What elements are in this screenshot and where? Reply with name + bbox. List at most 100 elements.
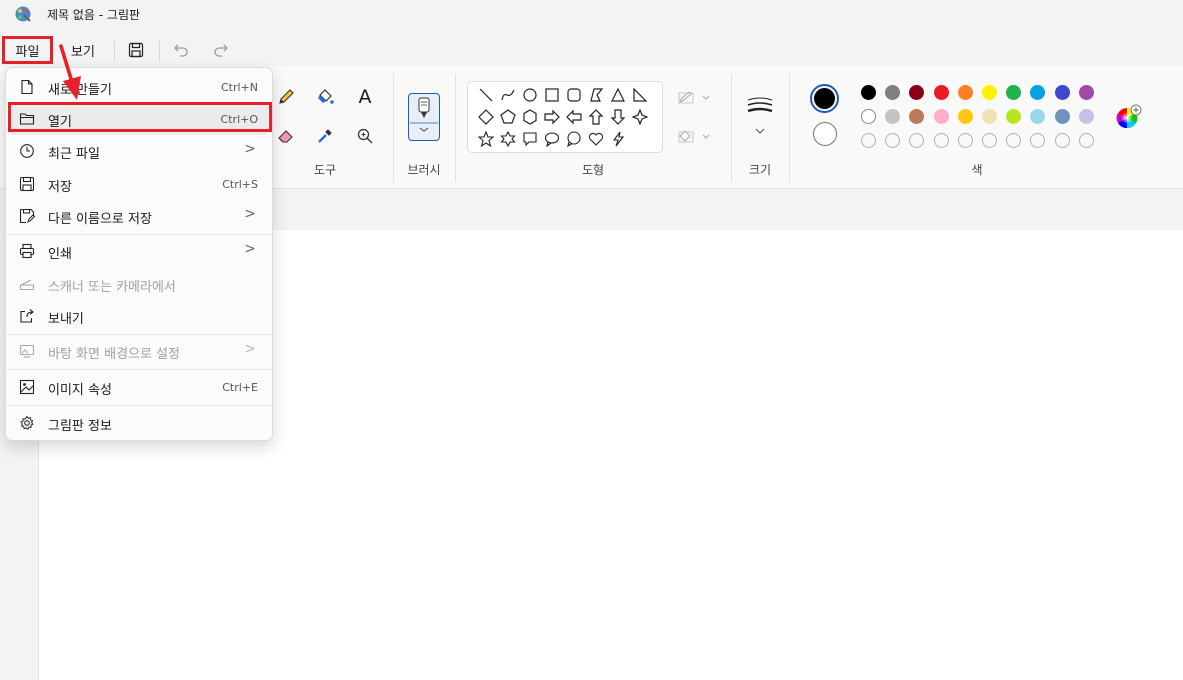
menubar-divider <box>159 41 160 61</box>
eraser-icon[interactable] <box>274 124 298 148</box>
custom-color-slot[interactable] <box>1054 133 1070 148</box>
color-swatch[interactable] <box>1030 85 1046 100</box>
menu-item-send[interactable]: 보내기 <box>6 300 272 332</box>
undo-icon[interactable] <box>170 39 192 61</box>
color-swatch[interactable] <box>1078 85 1094 100</box>
color-swatch[interactable] <box>909 109 925 124</box>
left-arrow-shape-icon[interactable] <box>565 108 583 126</box>
fill-dropdown-icon[interactable] <box>677 125 713 149</box>
color-swatch[interactable] <box>933 85 949 100</box>
lightning-shape-icon[interactable] <box>609 130 627 148</box>
pentagon-shape-icon[interactable] <box>499 108 517 126</box>
chevron-right-icon: > <box>244 341 256 357</box>
curve-shape-icon[interactable] <box>499 86 517 104</box>
color-swatch[interactable] <box>1054 85 1070 100</box>
redo-icon[interactable] <box>210 39 232 61</box>
menu-item-about-paint[interactable]: 그림판 정보 <box>6 407 272 439</box>
custom-color-slot[interactable] <box>909 133 925 148</box>
magnifier-icon[interactable] <box>353 124 377 148</box>
secondary-color-selector[interactable] <box>813 122 837 146</box>
brushes-group-label: 브러시 <box>407 163 441 177</box>
color-swatch[interactable] <box>1054 109 1070 124</box>
menu-item-image-properties[interactable]: 이미지 속성 Ctrl+E <box>6 371 272 403</box>
menu-item-label: 최근 파일 <box>48 147 100 162</box>
image-properties-icon <box>19 379 35 395</box>
menu-item-from-scanner[interactable]: 스캐너 또는 카메라에서 <box>6 268 272 300</box>
color-swatch[interactable] <box>957 85 973 100</box>
color-swatch[interactable] <box>1078 109 1094 124</box>
ribbon-divider <box>455 74 456 182</box>
right-arrow-shape-icon[interactable] <box>543 108 561 126</box>
custom-color-slot[interactable] <box>1006 133 1022 148</box>
custom-color-slot[interactable] <box>885 133 901 148</box>
menu-divider <box>6 369 272 370</box>
menu-item-new[interactable]: 새로 만들기 Ctrl+N <box>6 71 272 103</box>
menu-item-save[interactable]: 저장 Ctrl+S <box>6 168 272 200</box>
color-swatch[interactable] <box>1006 109 1022 124</box>
color-picker-icon[interactable] <box>313 124 337 148</box>
color-swatch[interactable] <box>1030 109 1046 124</box>
primary-color-selector[interactable] <box>810 84 839 113</box>
color-swatch[interactable] <box>861 85 876 100</box>
rectangle-shape-icon[interactable] <box>543 86 561 104</box>
line-shape-icon[interactable] <box>477 86 495 104</box>
share-icon <box>19 308 35 324</box>
menu-bar: 파일 보기 <box>0 34 1183 64</box>
hexagon-shape-icon[interactable] <box>521 108 539 126</box>
triangle-shape-icon[interactable] <box>609 86 627 104</box>
oval-callout-shape-icon[interactable] <box>543 130 561 148</box>
ribbon-divider <box>789 74 790 182</box>
fill-bucket-icon[interactable] <box>313 85 337 109</box>
custom-color-slot[interactable] <box>861 133 876 148</box>
custom-color-slot[interactable] <box>1030 133 1046 148</box>
menu-item-save-as[interactable]: 다른 이름으로 저장 > <box>6 200 272 232</box>
color-swatch[interactable] <box>909 85 925 100</box>
menubar-divider <box>114 41 115 61</box>
save-icon[interactable] <box>125 39 147 61</box>
oval-shape-icon[interactable] <box>521 86 539 104</box>
pencil-icon[interactable] <box>274 85 298 109</box>
diamond-shape-icon[interactable] <box>477 108 495 126</box>
heart-shape-icon[interactable] <box>587 130 605 148</box>
color-swatch[interactable] <box>982 109 997 124</box>
up-arrow-shape-icon[interactable] <box>587 108 605 126</box>
rounded-rectangle-shape-icon[interactable] <box>565 86 583 104</box>
menu-item-label: 저장 <box>48 180 72 195</box>
six-point-star-shape-icon[interactable] <box>499 130 517 148</box>
text-tool-icon[interactable]: A <box>353 85 377 109</box>
gear-icon <box>19 415 35 431</box>
save-as-icon <box>19 208 35 224</box>
custom-color-slot[interactable] <box>982 133 997 148</box>
rect-callout-shape-icon[interactable] <box>521 130 539 148</box>
color-swatch[interactable] <box>861 109 876 124</box>
custom-color-slot[interactable] <box>1078 133 1094 148</box>
polygon-shape-icon[interactable] <box>587 86 605 104</box>
shapes-gallery <box>467 81 663 153</box>
menu-item-recent-files[interactable]: 최근 파일 > <box>6 135 272 167</box>
custom-color-slot[interactable] <box>957 133 973 148</box>
color-swatch[interactable] <box>885 109 901 124</box>
color-swatch[interactable] <box>885 85 901 100</box>
custom-color-slot[interactable] <box>933 133 949 148</box>
menu-item-label: 바탕 화면 배경으로 설정 <box>48 347 180 362</box>
five-point-star-shape-icon[interactable] <box>477 130 495 148</box>
menu-item-print[interactable]: 인쇄 > <box>6 235 272 267</box>
menu-item-label: 이미지 속성 <box>48 383 112 398</box>
down-arrow-shape-icon[interactable] <box>609 108 627 126</box>
tools-group-label: 도구 <box>313 163 337 177</box>
color-swatch[interactable] <box>933 109 949 124</box>
edit-colors-icon[interactable] <box>1114 103 1142 131</box>
outline-dropdown-icon[interactable] <box>677 86 713 110</box>
save-icon <box>19 176 35 192</box>
cloud-callout-shape-icon[interactable] <box>565 130 583 148</box>
menu-item-set-wallpaper[interactable]: 바탕 화면 배경으로 설정 > <box>6 335 272 367</box>
brushes-button[interactable] <box>408 93 440 141</box>
primary-color-swatch <box>814 88 835 109</box>
color-swatch[interactable] <box>957 109 973 124</box>
color-swatch[interactable] <box>982 85 997 100</box>
color-swatch[interactable] <box>1006 85 1022 100</box>
right-triangle-shape-icon[interactable] <box>631 86 649 104</box>
clock-icon <box>19 143 35 159</box>
four-point-star-shape-icon[interactable] <box>631 108 649 126</box>
size-lines-icon[interactable] <box>745 96 775 136</box>
